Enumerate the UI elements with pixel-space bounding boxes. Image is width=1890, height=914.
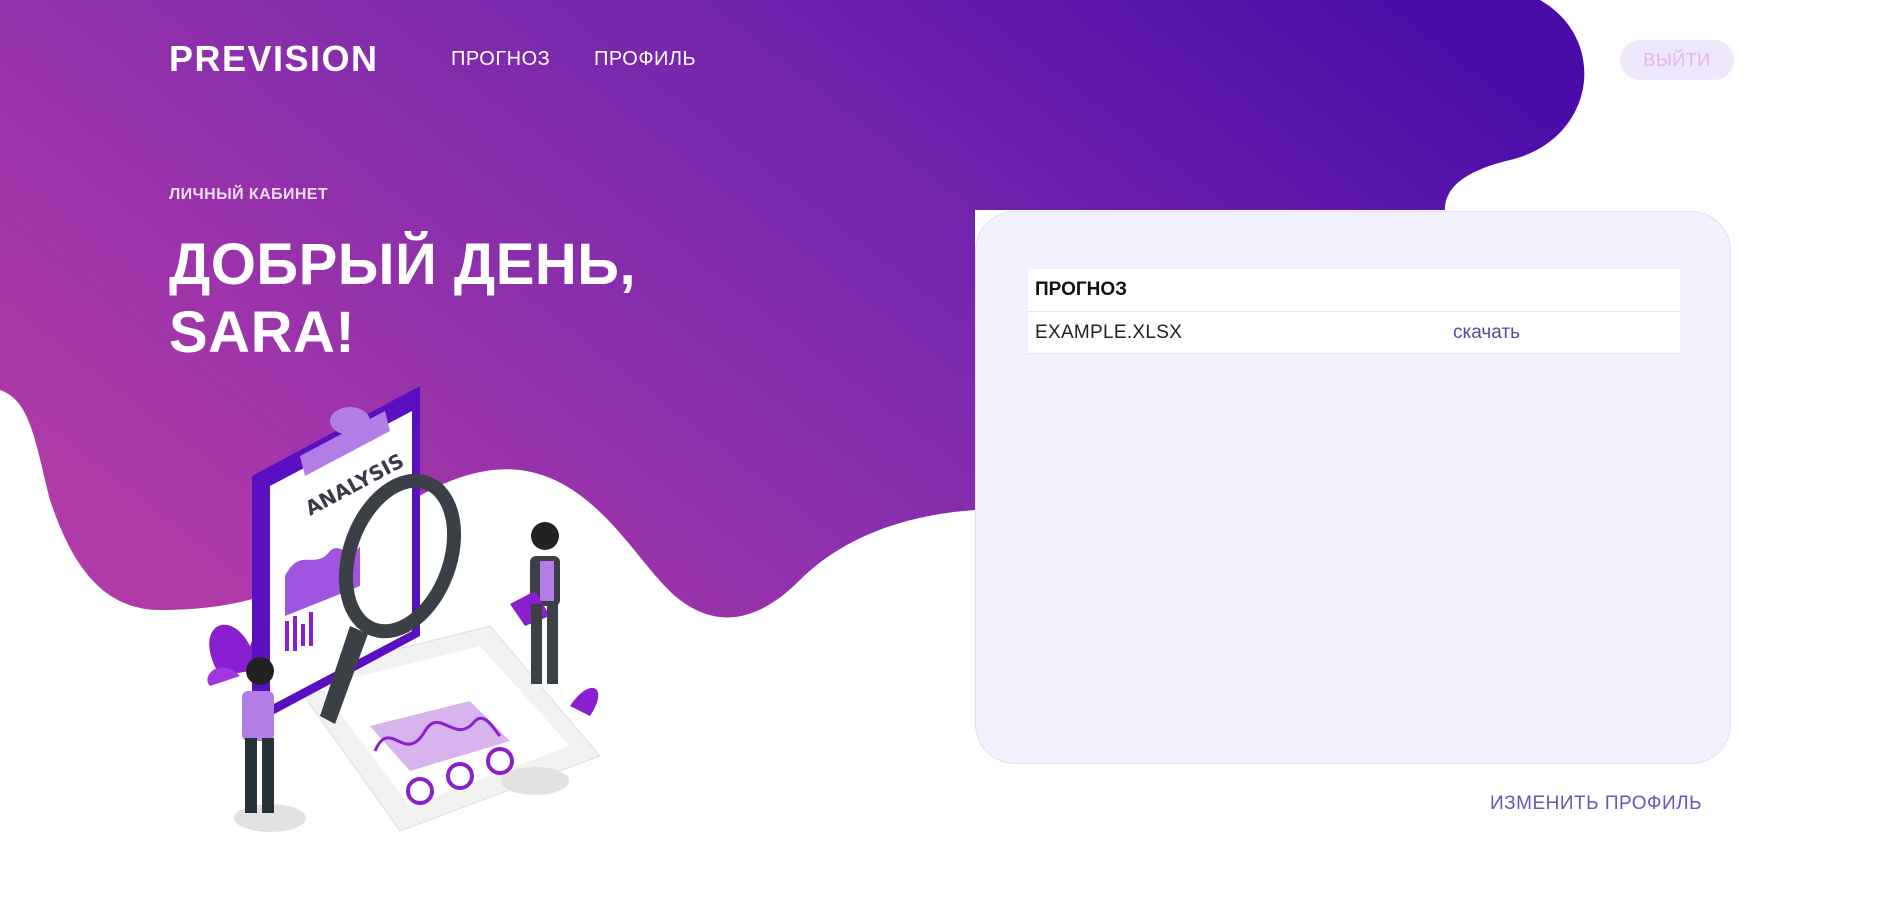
hero-section: ЛИЧНЫЙ КАБИНЕТ ДОБРЫЙ ДЕНЬ, SARA!: [169, 186, 636, 367]
file-name: EXAMPLE.XLSX: [1035, 321, 1183, 343]
table-row: EXAMPLE.XLSX скачать: [1028, 312, 1680, 354]
logout-button[interactable]: ВЫЙТИ: [1620, 40, 1734, 80]
nav-link-profile[interactable]: ПРОФИЛЬ: [594, 48, 696, 71]
nav-link-prognoz[interactable]: ПРОГНОЗ: [451, 48, 550, 71]
edit-profile-link[interactable]: ИЗМЕНИТЬ ПРОФИЛЬ: [1490, 793, 1702, 815]
table-header: ПРОГНОЗ: [1028, 269, 1680, 312]
logo[interactable]: PREVISION: [169, 38, 379, 80]
forecast-table: ПРОГНОЗ EXAMPLE.XLSX скачать: [1028, 269, 1680, 354]
greeting-line-1: ДОБРЫЙ ДЕНЬ,: [169, 232, 637, 297]
download-link[interactable]: скачать: [1453, 322, 1520, 344]
greeting-line-2: SARA!: [169, 300, 356, 365]
section-label: ЛИЧНЫЙ КАБИНЕТ: [169, 186, 329, 203]
analysis-illustration: ANALYSIS: [207, 386, 601, 832]
greeting-heading: ДОБРЫЙ ДЕНЬ, SARA!: [169, 231, 636, 367]
forecast-card: ПРОГНОЗ EXAMPLE.XLSX скачать: [975, 211, 1731, 764]
top-navigation: PREVISION ПРОГНОЗ ПРОФИЛЬ ВЫЙТИ: [0, 0, 1890, 120]
